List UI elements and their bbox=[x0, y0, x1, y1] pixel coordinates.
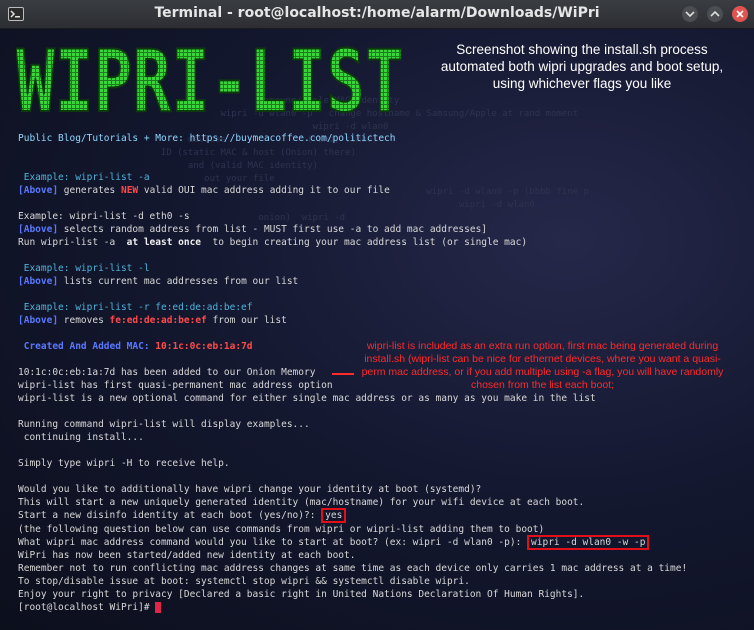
question-boot-line: Would you like to additionally have wipr… bbox=[18, 484, 482, 495]
example-l-line: Example: wipri-list -l bbox=[18, 263, 150, 274]
annotation-side-note: wipri-list is included as an extra run o… bbox=[361, 340, 724, 391]
help-line: Simply type wipri -H to receive help. bbox=[18, 458, 230, 469]
close-icon[interactable] bbox=[732, 6, 748, 22]
optional-command-line: wipri-list is a new optional command for… bbox=[18, 393, 596, 404]
example-d-line: Example: wipri-list -d eth0 -s bbox=[18, 211, 190, 222]
example-l-desc: [Above] lists current mac addresses from… bbox=[18, 276, 299, 287]
remember-line: Remember not to run conflicting mac addr… bbox=[18, 563, 688, 574]
enjoy-line: Enjoy your right to privacy [Declared a … bbox=[18, 589, 585, 600]
title-bar[interactable]: Terminal - root@localhost:/home/alarm/Do… bbox=[0, 0, 754, 29]
maximize-icon[interactable] bbox=[707, 6, 723, 22]
annotation-arrow bbox=[332, 373, 354, 375]
started-line: WiPri has now been started/added new ide… bbox=[18, 550, 356, 561]
question-identity-line: This will start a new uniquely generated… bbox=[18, 497, 585, 508]
first-mac-line: wipri-list has first quasi-permanent mac… bbox=[18, 380, 333, 391]
onion-memory-line: 10:1c:0c:eb:1a:7d has been added to our … bbox=[18, 367, 316, 378]
example-d-desc: [Above] selects random address from list… bbox=[18, 224, 488, 235]
terminal-text: Public Blog/Tutorials + More: https://bu… bbox=[18, 29, 687, 613]
blog-line: Public Blog/Tutorials + More: https://bu… bbox=[18, 133, 396, 144]
running-line: Running command wipri-list will display … bbox=[18, 419, 310, 430]
continuing-line: continuing install... bbox=[18, 432, 144, 443]
answer-yes-highlight: yes bbox=[321, 508, 347, 523]
question-info-line: (the following question below can use co… bbox=[18, 524, 545, 535]
question-yesno-line: Start a new disinfo identity at each boo… bbox=[18, 508, 347, 523]
terminal-output-area[interactable]: Samsung/Apple MAC identity wipri -d wlan… bbox=[0, 29, 754, 630]
svg-text:WIPRI-LIST: WIPRI-LIST bbox=[16, 37, 404, 123]
created-mac-line: Created And Added MAC: 10:1c:0c:eb:1a:7d bbox=[18, 341, 253, 352]
minimize-icon[interactable] bbox=[682, 6, 698, 22]
example-a-line: Example: wipri-list -a bbox=[18, 172, 150, 183]
stop-line: To stop/disable issue at boot: systemctl… bbox=[18, 576, 470, 587]
window-title: Terminal - root@localhost:/home/alarm/Do… bbox=[154, 5, 600, 21]
annotation-top-note: Screenshot showing the install.sh proces… bbox=[440, 42, 724, 91]
answer-command-highlight: wipri -d wlan0 -w -p bbox=[527, 535, 650, 550]
example-r-line: Example: wipri-list -r fe:ed:de:ad:be:ef bbox=[18, 302, 253, 313]
wipri-list-logo: WIPRI-LIST bbox=[16, 37, 405, 123]
example-d-run: Run wipri-list -a at least once to begin… bbox=[18, 237, 528, 248]
shell-prompt[interactable]: [root@localhost WiPri]# bbox=[18, 601, 162, 614]
terminal-window: Terminal - root@localhost:/home/alarm/Do… bbox=[0, 0, 754, 630]
question-command-line: What wipri mac address command would you… bbox=[18, 535, 650, 550]
text-cursor bbox=[155, 602, 162, 613]
example-r-desc: [Above] removes fe:ed:de:ad:be:ef from o… bbox=[18, 315, 287, 326]
example-a-desc: [Above] generates NEW valid OUI mac addr… bbox=[18, 185, 390, 196]
